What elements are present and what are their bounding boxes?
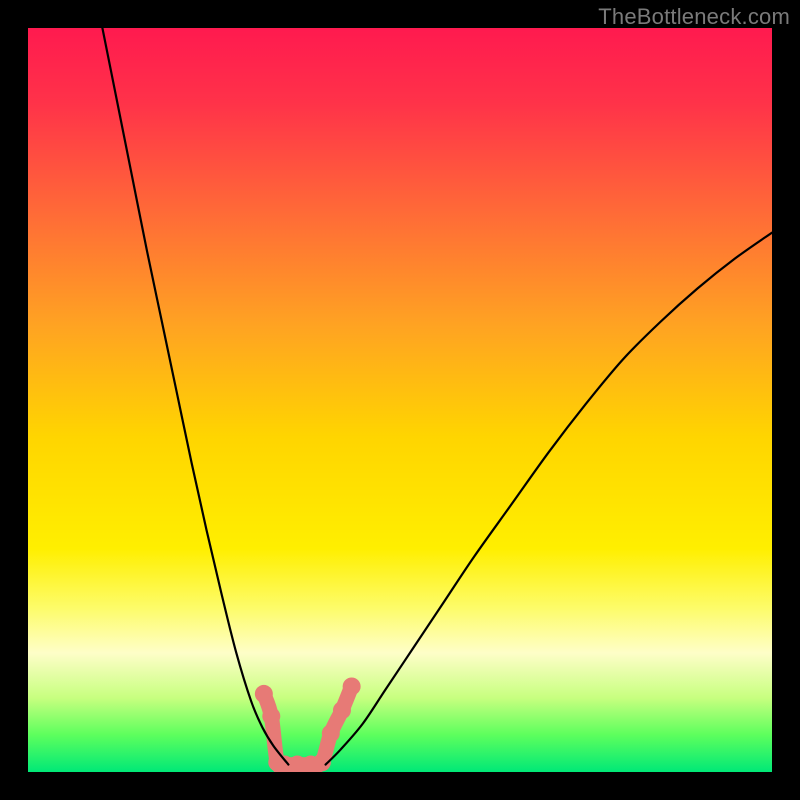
valley-trace-point [343,677,361,695]
valley-trace-point [322,724,340,742]
gradient-background [28,28,772,772]
bottleneck-chart [28,28,772,772]
valley-trace-point [262,707,280,725]
valley-trace-point [255,685,273,703]
chart-frame [28,28,772,772]
valley-trace-point [333,701,351,719]
watermark-text: TheBottleneck.com [598,4,790,30]
